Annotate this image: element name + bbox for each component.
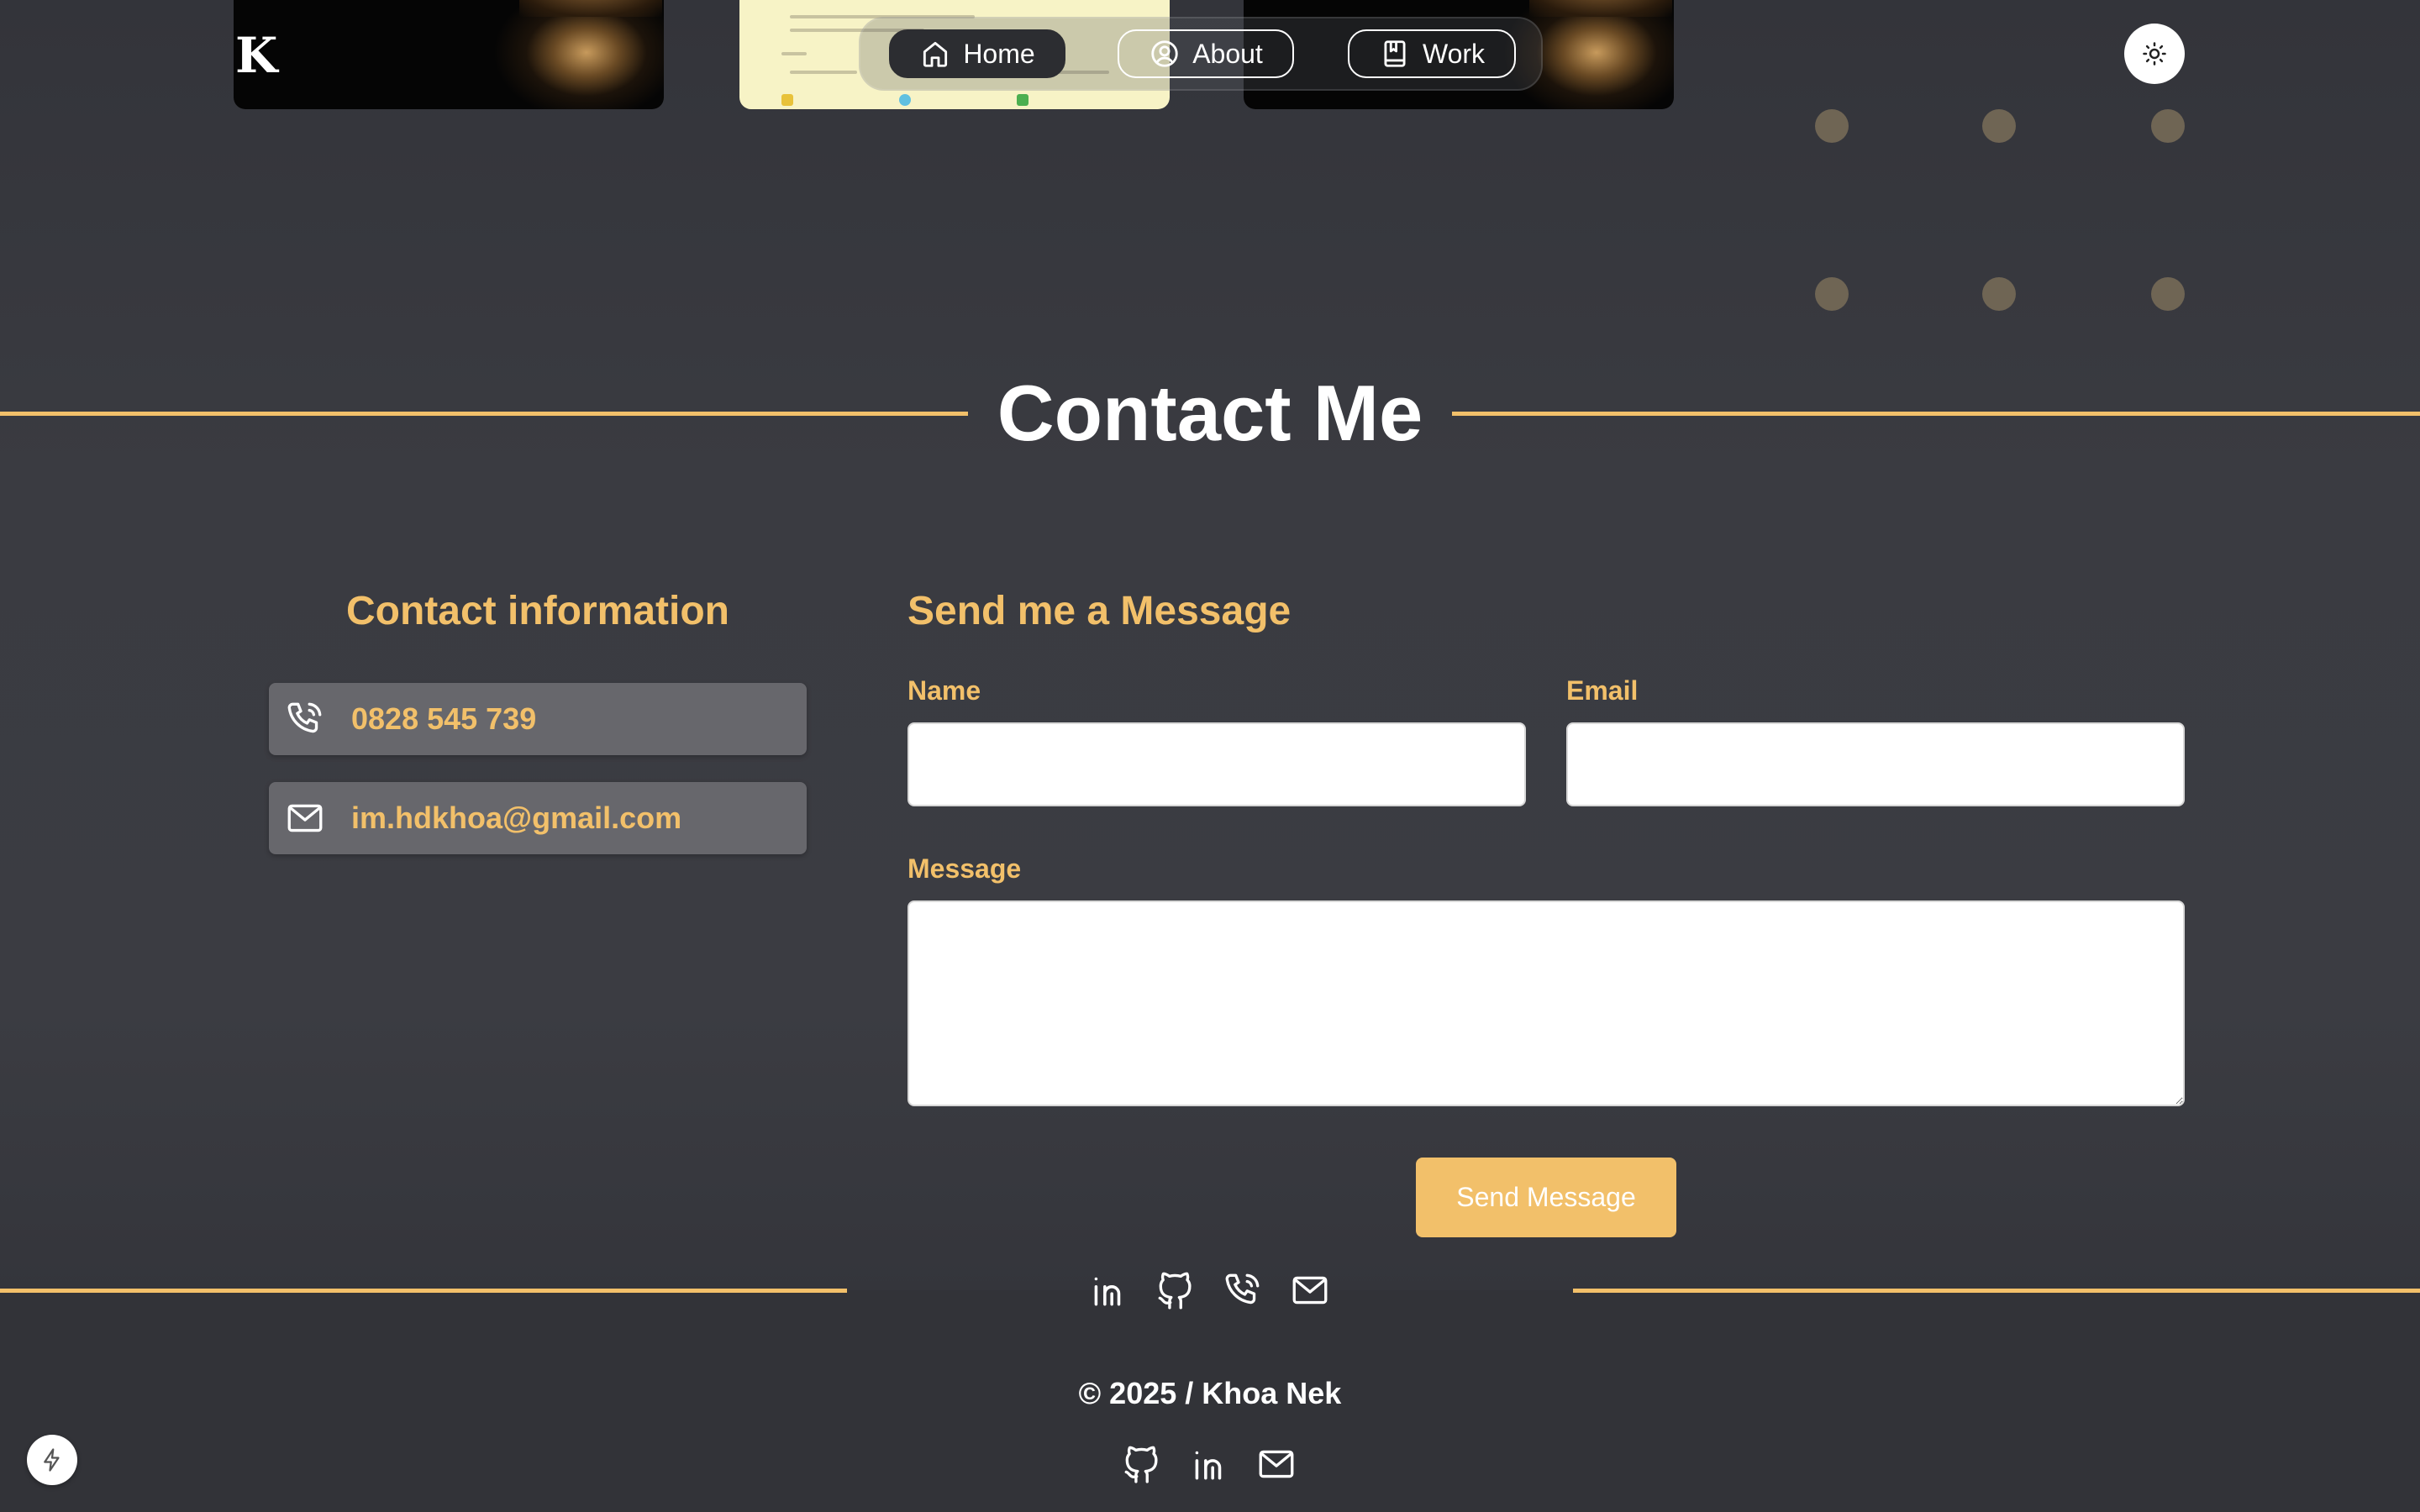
email-address: im.hdkhoa@gmail.com bbox=[351, 801, 682, 835]
github-link[interactable] bbox=[1155, 1269, 1197, 1311]
nav-home-button[interactable]: Home bbox=[889, 29, 1065, 78]
phone-card[interactable]: 0828 545 739 bbox=[269, 683, 807, 755]
github-icon bbox=[1158, 1272, 1192, 1310]
github-icon bbox=[1124, 1446, 1158, 1483]
footer-divider-right bbox=[1573, 1289, 2420, 1293]
decorative-dot bbox=[1982, 109, 2016, 143]
email-field[interactable] bbox=[1566, 722, 2185, 806]
nav-home-label: Home bbox=[963, 38, 1035, 69]
page: K Home About Work Contact Me Contact inf… bbox=[0, 0, 2420, 1512]
theme-toggle-button[interactable] bbox=[2124, 24, 2185, 84]
name-field[interactable] bbox=[908, 722, 1526, 806]
email-label: Email bbox=[1566, 675, 1639, 706]
github-link[interactable] bbox=[1121, 1443, 1163, 1485]
lightning-bolt-icon bbox=[44, 1448, 60, 1472]
mail-icon bbox=[287, 804, 323, 832]
user-circle-icon bbox=[1151, 40, 1178, 67]
message-label: Message bbox=[908, 853, 1022, 884]
nav-work-button[interactable]: Work bbox=[1348, 29, 1516, 78]
decorative-dot bbox=[1982, 277, 2016, 311]
decorative-dot bbox=[1815, 109, 1849, 143]
bolt-badge-button[interactable] bbox=[27, 1435, 77, 1485]
send-message-button[interactable]: Send Message bbox=[1416, 1158, 1676, 1237]
decorative-dot bbox=[2151, 277, 2185, 311]
title-divider-right bbox=[1452, 412, 2420, 416]
copyright-text: © 2025 / Khoa Nek bbox=[1078, 1376, 1342, 1410]
mail-link[interactable] bbox=[1289, 1269, 1331, 1311]
site-logo[interactable]: K bbox=[235, 27, 277, 84]
section-title: Contact Me bbox=[997, 369, 1423, 457]
nav-work-label: Work bbox=[1422, 38, 1486, 69]
contact-info-heading: Contact information bbox=[346, 589, 729, 633]
home-icon bbox=[923, 41, 948, 67]
name-label: Name bbox=[908, 675, 981, 706]
mail-link[interactable] bbox=[1255, 1443, 1297, 1485]
nav-about-label: About bbox=[1192, 38, 1263, 69]
decorative-dot bbox=[2151, 109, 2185, 143]
nav-about-button[interactable]: About bbox=[1118, 29, 1294, 78]
mail-icon bbox=[1259, 1450, 1294, 1478]
linkedin-link[interactable] bbox=[1087, 1269, 1129, 1311]
social-links-bottom bbox=[1121, 1443, 1297, 1485]
bookmark-book-icon bbox=[1384, 40, 1406, 67]
mail-icon bbox=[1292, 1276, 1328, 1305]
linkedin-link[interactable] bbox=[1188, 1443, 1230, 1485]
email-card[interactable]: im.hdkhoa@gmail.com bbox=[269, 782, 807, 854]
sun-icon bbox=[2143, 42, 2166, 66]
phone-icon bbox=[1225, 1273, 1260, 1305]
social-links-top bbox=[1087, 1269, 1331, 1311]
phone-number: 0828 545 739 bbox=[351, 701, 537, 736]
title-divider-left bbox=[0, 412, 968, 416]
main-nav: Home About Work bbox=[859, 17, 1543, 91]
form-heading: Send me a Message bbox=[908, 589, 1292, 633]
decorative-dot bbox=[1815, 277, 1849, 311]
footer-divider-left bbox=[0, 1289, 847, 1293]
linkedin-icon bbox=[1195, 1451, 1222, 1480]
message-field[interactable] bbox=[908, 900, 2185, 1106]
phone-link[interactable] bbox=[1222, 1269, 1264, 1311]
phone-icon bbox=[287, 702, 322, 733]
linkedin-icon bbox=[1094, 1277, 1121, 1306]
project-thumbnail-1[interactable] bbox=[234, 0, 664, 109]
